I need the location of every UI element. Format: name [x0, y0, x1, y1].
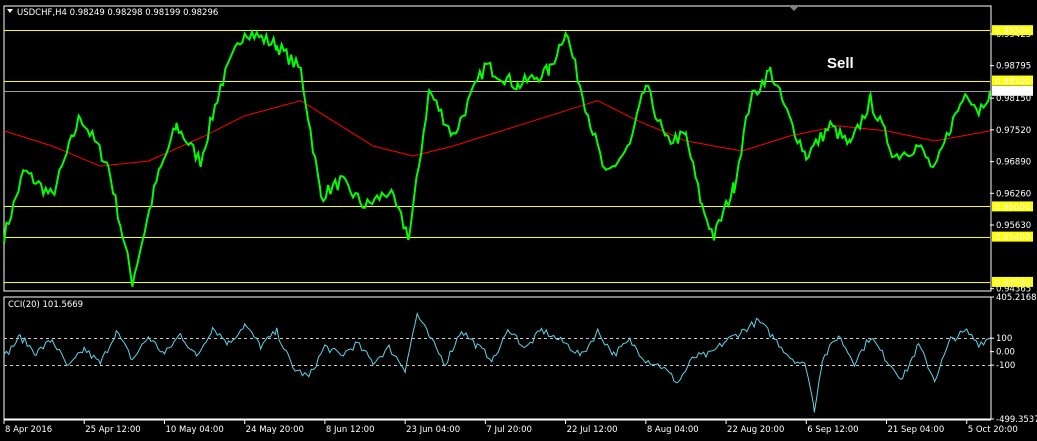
cci-line	[3, 311, 991, 413]
price-tick-label: 0.96890	[996, 158, 1031, 168]
time-tick-label: 23 Jun 04:00	[406, 425, 460, 435]
level-label: 0.96000	[995, 203, 1030, 213]
time-tick-label: 8 Aug 04:00	[647, 425, 699, 435]
price-tick-label: 0.95630	[996, 221, 1031, 231]
cci-tick-label: -100	[996, 361, 1015, 371]
cci-tick-label: 405.2168	[996, 293, 1037, 303]
price-tick-label: 0.96260	[996, 189, 1031, 199]
cci-title: CCI(20) 101.5669	[8, 300, 83, 310]
time-tick-label: 8 Jun 12:00	[326, 425, 375, 435]
cci-panel-frame	[3, 296, 992, 420]
chart-shift-marker-icon[interactable]	[789, 6, 799, 11]
time-tick-label: 7 Jul 20:00	[486, 425, 532, 435]
time-tick-label: 22 Jul 12:00	[567, 425, 618, 435]
time-tick-label: 6 Sep 12:00	[807, 425, 858, 435]
price-tick-label: 0.98795	[996, 62, 1031, 72]
price-tick-label: 0.97520	[996, 126, 1031, 136]
time-tick-label: 5 Oct 20:00	[968, 425, 1018, 435]
main-chart-frame	[3, 5, 992, 292]
time-tick-label: 10 May 04:00	[165, 425, 223, 435]
cci-tick-label: 100	[996, 334, 1012, 344]
level-label: 0.99500	[995, 27, 1030, 37]
sell-annotation: Sell	[827, 55, 854, 72]
cci-tick-label: 0.00	[996, 348, 1015, 358]
time-tick-label: 25 Apr 12:00	[85, 425, 140, 435]
time-tick-label: 8 Apr 2016	[5, 425, 52, 435]
time-tick-label: 24 May 20:00	[246, 425, 304, 435]
level-label: 0.94500	[995, 278, 1030, 288]
level-label: 0.95400	[995, 233, 1030, 243]
chart-canvas[interactable]: 0.994250.987950.981500.975200.968900.962…	[0, 0, 1037, 441]
triangle-down-icon[interactable]	[7, 9, 13, 13]
time-tick-label: 21 Sep 04:00	[888, 425, 945, 435]
cci-tick-label: -499.3537	[996, 415, 1037, 425]
time-tick-label: 22 Aug 20:00	[727, 425, 784, 435]
chart-window[interactable]: 0.994250.987950.981500.975200.968900.962…	[0, 0, 1037, 441]
chart-title: USDCHF,H4 0.98249 0.98298 0.98199 0.9829…	[17, 8, 218, 18]
current-price-label: 0.98296	[995, 87, 1030, 97]
level-label: 0.98500	[995, 77, 1030, 87]
